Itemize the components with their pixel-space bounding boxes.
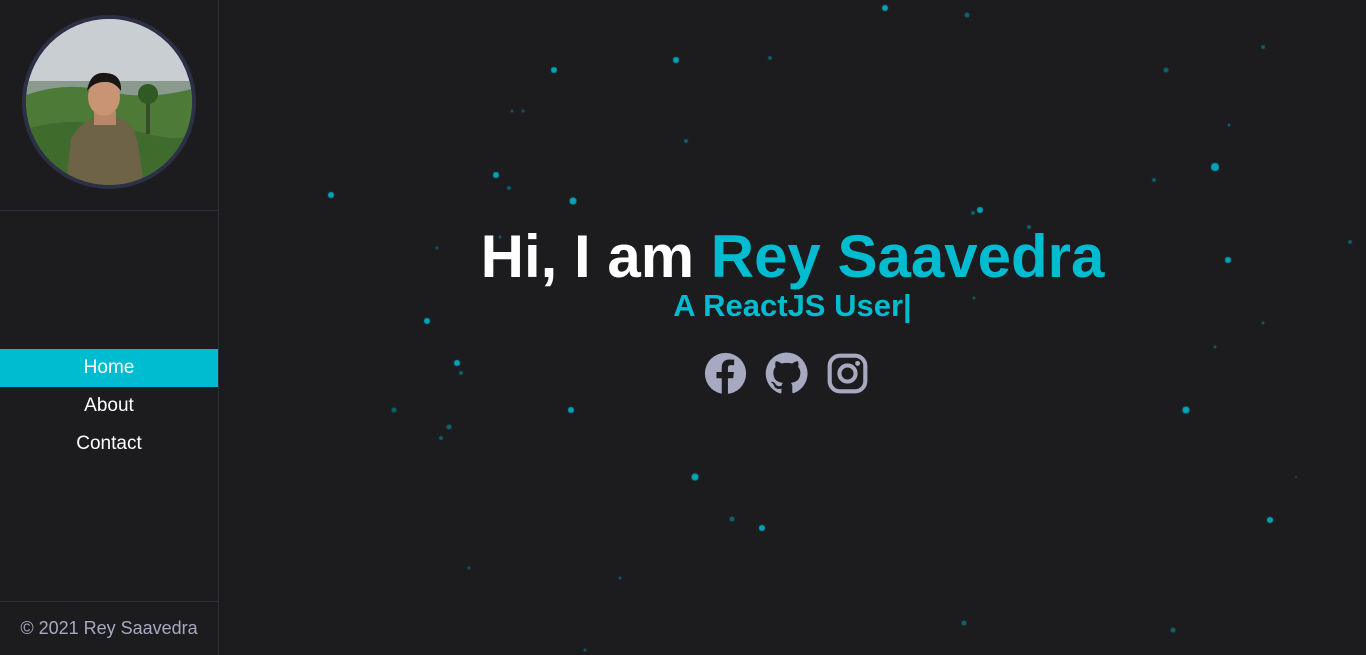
github-icon: [765, 352, 808, 394]
particles-background: [219, 0, 1366, 655]
copyright-footer: © 2021 Rey Saavedra: [0, 601, 218, 655]
hero-name: Rey Saavedra: [710, 223, 1105, 290]
nav-item-contact[interactable]: Contact: [0, 425, 218, 463]
avatar: [22, 15, 196, 189]
instagram-link[interactable]: [825, 351, 870, 401]
hero-section: Hi, I am Rey Saavedra A ReactJS User|: [219, 0, 1366, 655]
facebook-link[interactable]: [703, 351, 748, 401]
facebook-icon: [704, 352, 747, 395]
profile-section: [0, 0, 218, 211]
hero-greeting: Hi, I am: [480, 223, 711, 290]
github-link[interactable]: [764, 351, 809, 401]
nav-item-about[interactable]: About: [0, 387, 218, 425]
profile-photo: [26, 19, 192, 185]
instagram-icon: [827, 353, 868, 394]
social-links: [703, 351, 870, 401]
nav-item-home[interactable]: Home: [0, 349, 218, 387]
main-nav: Home About Contact: [0, 349, 218, 463]
hero-headline: Hi, I am Rey Saavedra: [219, 222, 1366, 291]
hero-subtitle: A ReactJS User|: [673, 288, 912, 323]
sidebar: Home About Contact © 2021 Rey Saavedra: [0, 0, 219, 655]
